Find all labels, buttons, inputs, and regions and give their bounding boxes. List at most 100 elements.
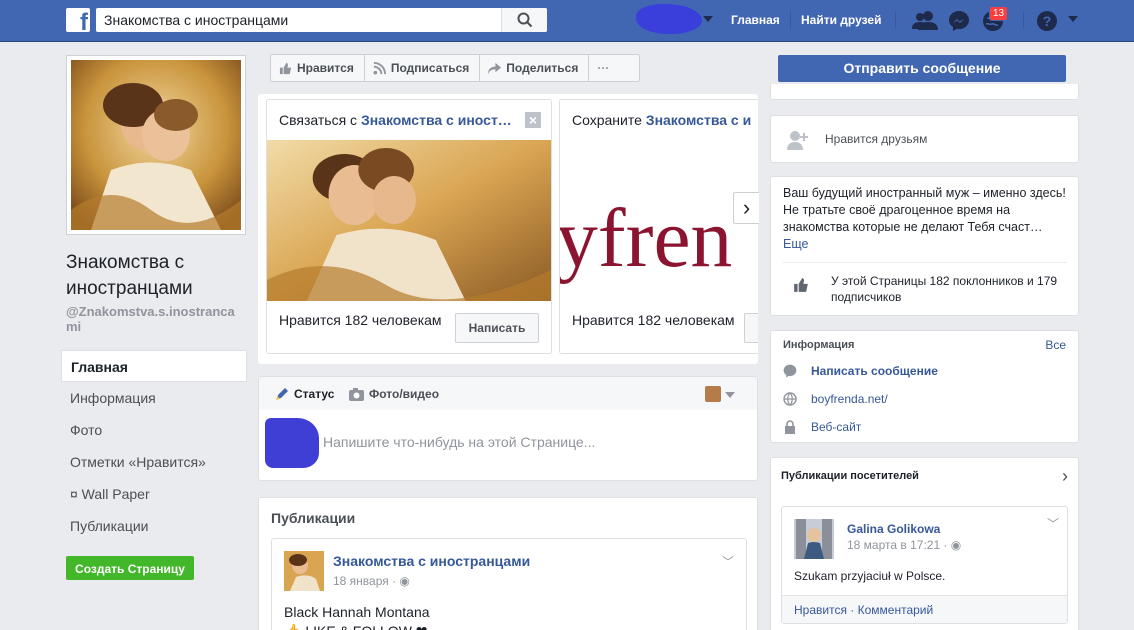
page-username[interactable]: @Znakomstva.s.inostrancami [66,304,246,334]
messenger-icon [783,364,797,378]
globe-icon: ◉ [950,538,962,552]
chevron-down-icon[interactable]: ﹀ [722,553,734,570]
info-send-message-link[interactable]: Написать сообщение [811,364,938,378]
messenger-icon[interactable] [948,10,970,32]
post-date[interactable]: 18 января · ◉ [333,574,410,588]
chevron-down-icon[interactable] [703,16,713,22]
about-box: Ваш будущий иностранный муж – именно зде… [770,176,1079,316]
visitor-posts-box: Публикации посетителей › Galina Golikowa… [770,457,1079,630]
tab-photo-video-label: Фото/видео [369,387,440,401]
create-page-button[interactable]: Создать Страницу [66,556,194,580]
suggestion-page-link[interactable]: Знакомства с иност… [361,112,512,128]
profile-photo-couple [71,60,241,230]
visitor-post-card: Galina Golikowa 18 марта в 17:21 · ◉ ﹀ S… [781,506,1068,624]
globe-icon [783,392,797,406]
publications-section: Публикации Знакомства с иностранцами 18 … [258,497,758,630]
nav-divider [895,11,896,29]
add-friend-icon [787,131,808,150]
globe-icon: ◉ [399,574,410,588]
page-fans-count: У этой Страницы 182 поклонников и 179 по… [831,274,1058,304]
about-description: Ваш будущий иностранный муж – именно зде… [783,186,1066,251]
top-bar: f Знакомства с иностранцами Главная Найт… [0,0,1134,42]
tab-status[interactable]: Статус [275,387,334,401]
left-nav-info[interactable]: Информация [61,382,247,414]
post-text: Black Hannah Montana 👍 LIKE & FOLLOW ❤ [284,604,430,630]
info-box: Информация Все Написать сообщение boyfre… [770,330,1079,443]
suggestion-likes-count: Нравится 182 человекам [572,312,735,328]
tab-status-label: Статус [294,387,335,401]
search-input[interactable]: Знакомства с иностранцами [104,12,288,28]
redacted-profile-scribble [636,4,702,34]
post-card: Знакомства с иностранцами 18 января · ◉ … [271,538,747,630]
help-icon[interactable]: ? [1036,10,1058,32]
message-box-bottom [770,84,1079,100]
composer-input[interactable]: Напишите что-нибудь на этой Странице... [323,434,595,450]
chevron-down-icon[interactable] [725,392,735,398]
page-action-bar: Нравится Подписаться Поделиться ··· [270,54,640,82]
search-button[interactable] [501,8,547,32]
page-title: Знакомства с иностранцами [66,252,193,299]
suggestion-title: Связаться с Знакомства с иност… [279,112,512,128]
share-button[interactable]: Поделиться [480,55,590,81]
info-website-link[interactable]: boyfrenda.net/ [811,392,888,406]
tab-photo-video[interactable]: Фото/видео [349,387,439,401]
posting-as-avatar[interactable] [705,386,721,402]
visitor-post-actions[interactable]: Нравится · Комментарий [782,595,1067,623]
left-nav-home[interactable]: Главная [61,350,247,382]
share-arrow-icon [488,62,502,74]
nav-find-friends-link[interactable]: Найти друзей [801,13,881,27]
share-button-label: Поделиться [506,61,579,75]
like-button[interactable]: Нравится [271,55,365,81]
close-icon[interactable]: × [525,112,541,128]
chevron-down-icon[interactable]: ﹀ [1047,515,1059,532]
facebook-logo-icon[interactable]: f [66,8,90,32]
account-menu-chevron-icon[interactable] [1068,16,1078,22]
more-options-button[interactable]: ··· [589,55,619,81]
post-author-name[interactable]: Знакомства с иностранцами [333,553,530,569]
chevron-right-icon[interactable]: › [1062,466,1068,487]
suggestion-card: Сохраните Знакомства с и yfren Нравится … [559,99,758,354]
write-message-button[interactable]: Н [744,313,758,343]
like-button-label: Нравится [297,61,354,75]
suggestion-page-link[interactable]: Знакомства с и [646,112,751,128]
about-more-link[interactable]: Еще [783,237,808,251]
left-nav-wall-paper[interactable]: ¤ Wall Paper [61,478,247,510]
visitor-post-date[interactable]: 18 марта в 17:21 · ◉ [847,538,961,552]
visitor-name[interactable]: Galina Golikowa [847,522,940,536]
suggestion-image[interactable]: yfren [560,140,758,301]
subscribe-button[interactable]: Подписаться [365,55,481,81]
notifications-badge: 13 [989,6,1009,21]
left-nav-posts[interactable]: Публикации [61,510,247,542]
suggestion-image-text: yfren [560,192,732,285]
friends-like-label: Нравится друзьям [825,132,928,146]
page-left-nav: Главная Информация Фото Отметки «Нравитс… [61,350,247,542]
friends-like-box: Нравится друзьям [770,115,1079,163]
friend-requests-icon[interactable] [912,10,938,30]
pencil-icon [276,388,288,400]
suggestion-image[interactable] [267,140,551,301]
svg-text:?: ? [1043,13,1052,29]
post-author-avatar[interactable] [284,551,324,591]
nav-home-link[interactable]: Главная [731,13,780,27]
nav-divider [1023,11,1024,29]
thumbs-up-icon [794,278,808,292]
page-profile-picture[interactable] [66,55,246,235]
write-message-button[interactable]: Написать [455,313,539,343]
left-nav-likes[interactable]: Отметки «Нравится» [61,446,247,478]
info-see-all-link[interactable]: Все [1045,338,1066,352]
visitor-avatar[interactable] [794,519,834,559]
rss-icon [373,61,386,75]
suggestion-title: Сохраните Знакомства с и [572,112,752,128]
search-box[interactable]: Знакомства с иностранцами [96,8,547,32]
composer-tabs: Статус Фото/видео [258,376,758,411]
send-message-button[interactable]: Отправить сообщение [778,55,1066,82]
publications-title: Публикации [271,510,356,526]
thumbs-up-icon [279,62,292,74]
chevron-right-icon[interactable]: › [733,192,759,224]
info-website-label[interactable]: Веб-сайт [811,420,861,434]
info-title: Информация [783,339,855,351]
left-nav-photos[interactable]: Фото [61,414,247,446]
lock-icon [785,420,795,434]
composer: Напишите что-нибудь на этой Странице... [258,410,758,481]
search-icon [517,12,533,28]
